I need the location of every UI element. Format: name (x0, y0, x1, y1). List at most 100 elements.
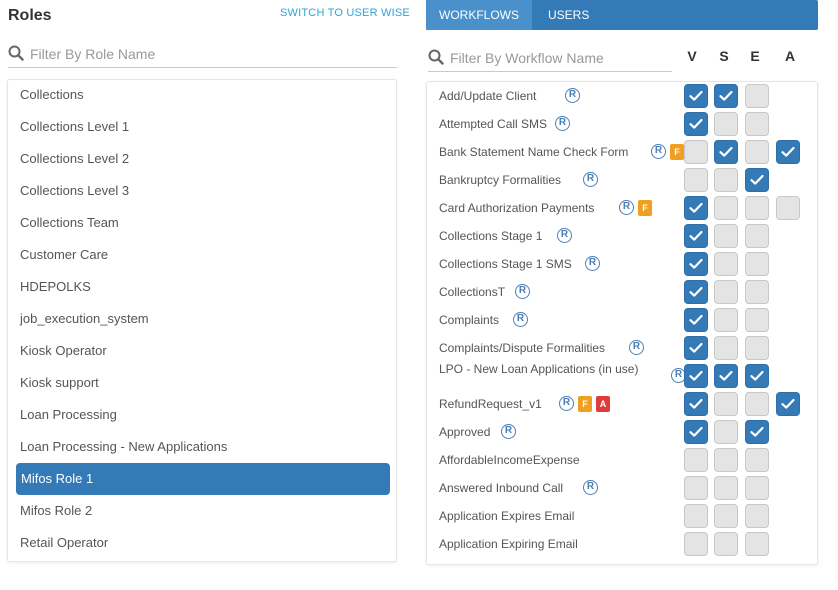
checkbox-s[interactable] (714, 392, 738, 416)
checkbox-v[interactable] (684, 140, 708, 164)
checkbox-v[interactable] (684, 252, 708, 276)
role-item[interactable]: Loan Processing - New Applications (20, 437, 227, 457)
checkbox-e[interactable] (745, 392, 769, 416)
role-item[interactable]: Collections Level 2 (20, 149, 129, 169)
workflow-filter (428, 46, 672, 72)
checkbox-v[interactable] (684, 224, 708, 248)
checkbox-s[interactable] (714, 532, 738, 556)
r-icon: R (585, 256, 600, 271)
switch-to-user-wise-link[interactable]: SWITCH TO USER WISE (280, 7, 410, 19)
role-item[interactable]: Retail Operator (20, 533, 108, 553)
checkbox-s[interactable] (714, 364, 738, 388)
role-item[interactable]: Loan Processing (20, 405, 117, 425)
role-item[interactable]: HDEPOLKS (20, 277, 91, 297)
role-item[interactable]: Collections Level 3 (20, 181, 129, 201)
checkbox-v[interactable] (684, 84, 708, 108)
checkbox-v[interactable] (684, 168, 708, 192)
r-icon: R (629, 340, 644, 355)
checkbox-s[interactable] (714, 336, 738, 360)
search-icon (8, 45, 24, 61)
checkbox-e[interactable] (745, 420, 769, 444)
workflow-filter-input[interactable] (450, 46, 670, 70)
checkbox-s[interactable] (714, 140, 738, 164)
badge-f: F (578, 396, 592, 412)
checkbox-v[interactable] (684, 364, 708, 388)
checkbox-s[interactable] (714, 448, 738, 472)
checkbox-e[interactable] (745, 476, 769, 500)
tab-users[interactable]: USERS (548, 0, 589, 30)
checkbox-s[interactable] (714, 280, 738, 304)
checkbox-e[interactable] (745, 84, 769, 108)
checkbox-e[interactable] (745, 364, 769, 388)
checkbox-e[interactable] (745, 532, 769, 556)
checkbox-v[interactable] (684, 280, 708, 304)
r-icon: R (619, 200, 634, 215)
checkbox-s[interactable] (714, 476, 738, 500)
workflow-name: Complaints/Dispute Formalities (439, 341, 606, 355)
workflow-name: Collections Stage 1 SMS (439, 257, 572, 271)
checkbox-v[interactable] (684, 392, 708, 416)
r-icon: R (565, 88, 580, 103)
checkbox-s[interactable] (714, 196, 738, 220)
checkbox-v[interactable] (684, 112, 708, 136)
checkbox-e[interactable] (745, 140, 769, 164)
checkbox-e[interactable] (745, 252, 769, 276)
checkbox-v[interactable] (684, 420, 708, 444)
checkbox-s[interactable] (714, 308, 738, 332)
role-filter-input[interactable] (30, 42, 390, 66)
badge-f: F (638, 200, 652, 216)
roles-title: Roles (8, 7, 52, 24)
checkbox-s[interactable] (714, 420, 738, 444)
checkbox-e[interactable] (745, 448, 769, 472)
role-item[interactable]: Collections (20, 85, 84, 105)
role-item[interactable]: job_execution_system (20, 309, 149, 329)
role-item[interactable]: Collections Team (20, 213, 119, 233)
checkbox-e[interactable] (745, 280, 769, 304)
checkbox-s[interactable] (714, 112, 738, 136)
checkbox-v[interactable] (684, 532, 708, 556)
checkbox-a[interactable] (776, 392, 800, 416)
role-item[interactable]: Customer Care (20, 245, 108, 265)
checkbox-s[interactable] (714, 84, 738, 108)
r-icon: R (559, 396, 574, 411)
checkbox-e[interactable] (745, 336, 769, 360)
checkbox-a[interactable] (776, 196, 800, 220)
checkbox-s[interactable] (714, 252, 738, 276)
role-item[interactable]: Mifos Role 1 (16, 463, 390, 495)
role-item[interactable]: Mifos Role 2 (20, 501, 92, 521)
workflow-name: Application Expires Email (439, 509, 575, 523)
workflow-list: Add/Update Client R Attempted Call SMS R Ban… (426, 81, 818, 565)
checkbox-e[interactable] (745, 504, 769, 528)
checkbox-e[interactable] (745, 224, 769, 248)
r-icon: R (583, 480, 598, 495)
r-icon: R (557, 228, 572, 243)
checkbox-s[interactable] (714, 168, 738, 192)
checkbox-v[interactable] (684, 448, 708, 472)
checkbox-v[interactable] (684, 504, 708, 528)
workflow-name: Collections Stage 1 (439, 229, 543, 243)
role-item[interactable]: Kiosk support (20, 373, 99, 393)
workflow-name: CollectionsT (439, 285, 506, 299)
checkbox-a[interactable] (776, 140, 800, 164)
checkbox-v[interactable] (684, 336, 708, 360)
checkbox-s[interactable] (714, 504, 738, 528)
workflow-name: Add/Update Client (439, 89, 537, 103)
role-item[interactable]: Collections Level 1 (20, 117, 129, 137)
workflow-name: AffordableIncomeExpense (439, 453, 580, 467)
workflow-name: LPO - New Loan Applications (in use) (439, 362, 639, 376)
role-item[interactable]: Kiosk Operator (20, 341, 107, 361)
tab-workflows[interactable]: WORKFLOWS (426, 0, 532, 30)
checkbox-e[interactable] (745, 308, 769, 332)
checkbox-v[interactable] (684, 196, 708, 220)
workflow-name: Bank Statement Name Check Form (439, 145, 629, 159)
checkbox-v[interactable] (684, 476, 708, 500)
badge-f: F (670, 144, 684, 160)
checkbox-e[interactable] (745, 196, 769, 220)
checkbox-e[interactable] (745, 168, 769, 192)
r-icon: R (515, 284, 530, 299)
workflow-name: Complaints (439, 313, 500, 327)
checkbox-e[interactable] (745, 112, 769, 136)
checkbox-v[interactable] (684, 308, 708, 332)
checkbox-s[interactable] (714, 224, 738, 248)
r-icon: R (513, 312, 528, 327)
